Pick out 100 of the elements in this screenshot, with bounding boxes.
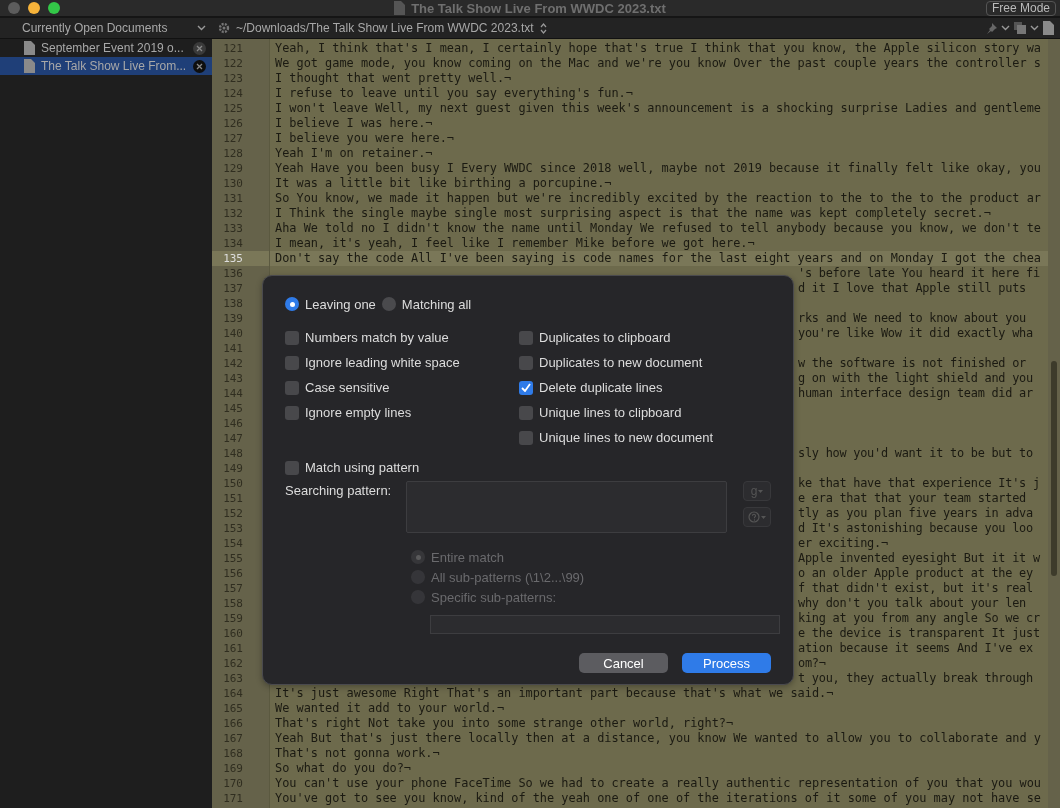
option-label: Case sensitive (305, 380, 390, 395)
text-line: We got game mode, you know coming on the Mac and we're you know Over the past couple years the controller s (275, 56, 1041, 70)
text-line: d It's astonishing because you loo (798, 521, 1033, 535)
text-line: That's right Not take you into some strange other world, right?¬ (275, 716, 734, 730)
option-label: Numbers match by value (305, 330, 449, 345)
sidebar-header: Currently Open Documents (22, 21, 168, 35)
help-icon (748, 511, 760, 523)
option-label: Matching all (401, 296, 472, 312)
text-line: You've got to see you know, kind of the yeah one of one of the iterations of it some of you may not have se (275, 791, 1041, 805)
checkbox[interactable] (519, 380, 533, 395)
window-control[interactable] (48, 2, 60, 14)
text-line: e era that that your team started (798, 491, 1026, 505)
text-line: sly how you'd want it to be but to (798, 446, 1033, 460)
text-line: er exciting.¬ (798, 536, 888, 550)
text-line: Apple invented eyesight But it it w (798, 551, 1040, 565)
chevron-down-icon[interactable] (1030, 25, 1039, 31)
option-label: Match using pattern (305, 460, 420, 475)
checkbox[interactable] (285, 380, 299, 395)
text-line: So what do you do?¬ (275, 761, 412, 775)
text-line: Yeah, I think that's I mean, I certainly hope that's true I think that you know, the Apple silicon story wa (275, 41, 1041, 55)
line-number: 135 (212, 251, 269, 266)
text-line: I thought that went pretty well.¬ (275, 71, 512, 85)
document-icon (24, 41, 35, 55)
text-line: Don't say the code All I've been saying is code names for the last eight years and on Monday I got the chea (275, 251, 1041, 265)
process-button[interactable]: Process (682, 653, 771, 673)
document-item[interactable]: September Event 2019 o... (0, 39, 212, 57)
option-label: Unique lines to new document (539, 430, 714, 445)
checkbox[interactable] (519, 405, 533, 420)
cancel-button[interactable]: Cancel (579, 653, 668, 673)
text-line: why don't you talk about your len (798, 596, 1026, 610)
caret-icon (761, 515, 766, 519)
option-label: Duplicates to clipboard (539, 330, 671, 345)
text-line: rks and We need to know about you (798, 311, 1026, 325)
text-line: om?¬ (798, 656, 826, 670)
chevron-down-icon[interactable] (197, 25, 206, 31)
text-line: We wanted it add to your world.¬ (275, 701, 505, 715)
radio-button[interactable] (381, 297, 396, 311)
checkbox[interactable] (285, 330, 299, 345)
text-line: Yeah But that's just there locally then at a distance, you know We wanted to allow you to collaborate and y (275, 731, 1041, 745)
option-label: Ignore leading white space (305, 355, 460, 370)
text-line: I believe I was here.¬ (275, 116, 433, 130)
checkbox[interactable] (285, 460, 299, 475)
text-line: I refuse to leave until you say everything's fun.¬ (275, 86, 633, 100)
mode-button[interactable]: Free Mode (985, 0, 1056, 16)
text-line: tly as you plan five years in adva (798, 506, 1033, 520)
text-line: ke that have that experience It's j (798, 476, 1040, 490)
option-label: Duplicates to new document (539, 355, 703, 370)
text-line: f that didn't exist, but it's real (798, 581, 1033, 595)
option-label: Specific sub-patterns: (431, 589, 556, 605)
option-label: Entire match (431, 549, 504, 565)
text-line: Yeah Have you been busy I Every WWDC since 2018 well, maybe not 2019 because it finally felt like okay, you (275, 161, 1041, 175)
pin-icon[interactable] (986, 22, 997, 34)
option-label: Delete duplicate lines (539, 380, 663, 395)
close-icon[interactable] (193, 59, 206, 73)
text-line: You can't use your phone FaceTime So we had to create a really authentic representation of you that you wou (275, 776, 1041, 790)
text-line: e the device is transparent It just (798, 626, 1040, 640)
window-title: The Talk Show Live From WWDC 2023.txt (411, 0, 666, 16)
text-line: you're like Wow it did exactly wha (798, 326, 1033, 340)
text-line: t you, they actually break through (798, 671, 1033, 685)
help-menu-button[interactable] (743, 507, 771, 527)
document-icon (24, 59, 35, 73)
text-line: It was a little bit like birthing a porcupine.¬ (275, 176, 612, 190)
document-name: September Event 2019 o... (41, 41, 185, 55)
option-label: All sub-patterns (\1\2...\99) (431, 569, 585, 585)
document-icon (394, 1, 406, 15)
checkbox[interactable] (285, 405, 299, 420)
text-line: ation because it seems And I've ex (798, 641, 1033, 655)
settings-icon[interactable] (218, 22, 230, 34)
text-line: o an older Apple product at the ey (798, 566, 1033, 580)
document-name: The Talk Show Live From... (41, 59, 187, 73)
text-line: So You know, we made it happen but we're incredibly excited by the reaction to the to the to the product ar (275, 191, 1041, 205)
text-line: I Think the single maybe single most surprising aspect is that the name was kept completely secret.¬ (275, 206, 991, 220)
close-icon[interactable] (193, 41, 206, 55)
text-line: Aha We told no I didn't know the name until Monday We refused to tell anybody because you know, we don't te (275, 221, 1041, 235)
copy-icon[interactable] (1014, 22, 1026, 34)
option-label: Unique lines to clipboard (539, 405, 682, 420)
text-line: That's not gonna work.¬ (275, 746, 440, 760)
checkbox[interactable] (285, 355, 299, 370)
text-line: I believe you were here.¬ (275, 131, 454, 145)
text-line: g on with the light shield and you (798, 371, 1033, 385)
text-line: human interface design team did ar (798, 386, 1033, 400)
text-line: 's before late You heard it here fi (798, 266, 1040, 280)
text-line: w the software is not finished or (798, 356, 1026, 370)
document-item[interactable]: The Talk Show Live From... (0, 57, 212, 75)
window-control[interactable] (28, 2, 40, 14)
option-label: Leaving one (305, 296, 376, 312)
checkbox[interactable] (519, 330, 533, 345)
radio-button[interactable] (285, 297, 299, 311)
caret-icon (758, 489, 764, 493)
text-line: d it I love that Apple still puts (798, 281, 1026, 295)
text-line: I won't leave Well, my next guest given this week's announcement is a shocking surprise Ladies and gentleme (275, 101, 1041, 115)
text-line: I mean, it's yeah, I feel like I remember Mike before we got here.¬ (275, 236, 755, 250)
checkbox[interactable] (519, 430, 533, 445)
checkbox[interactable] (519, 355, 533, 370)
scrollbar-thumb[interactable] (1051, 361, 1057, 576)
chevron-down-icon[interactable] (1001, 25, 1010, 31)
up-down-icon[interactable] (539, 22, 547, 34)
text-line: king at you from any angle So we cr (798, 611, 1040, 625)
text-line: It's just awesome Right That's an important part because that's what we said.¬ (275, 686, 834, 700)
text-line: Yeah I'm on retainer.¬ (275, 146, 433, 160)
